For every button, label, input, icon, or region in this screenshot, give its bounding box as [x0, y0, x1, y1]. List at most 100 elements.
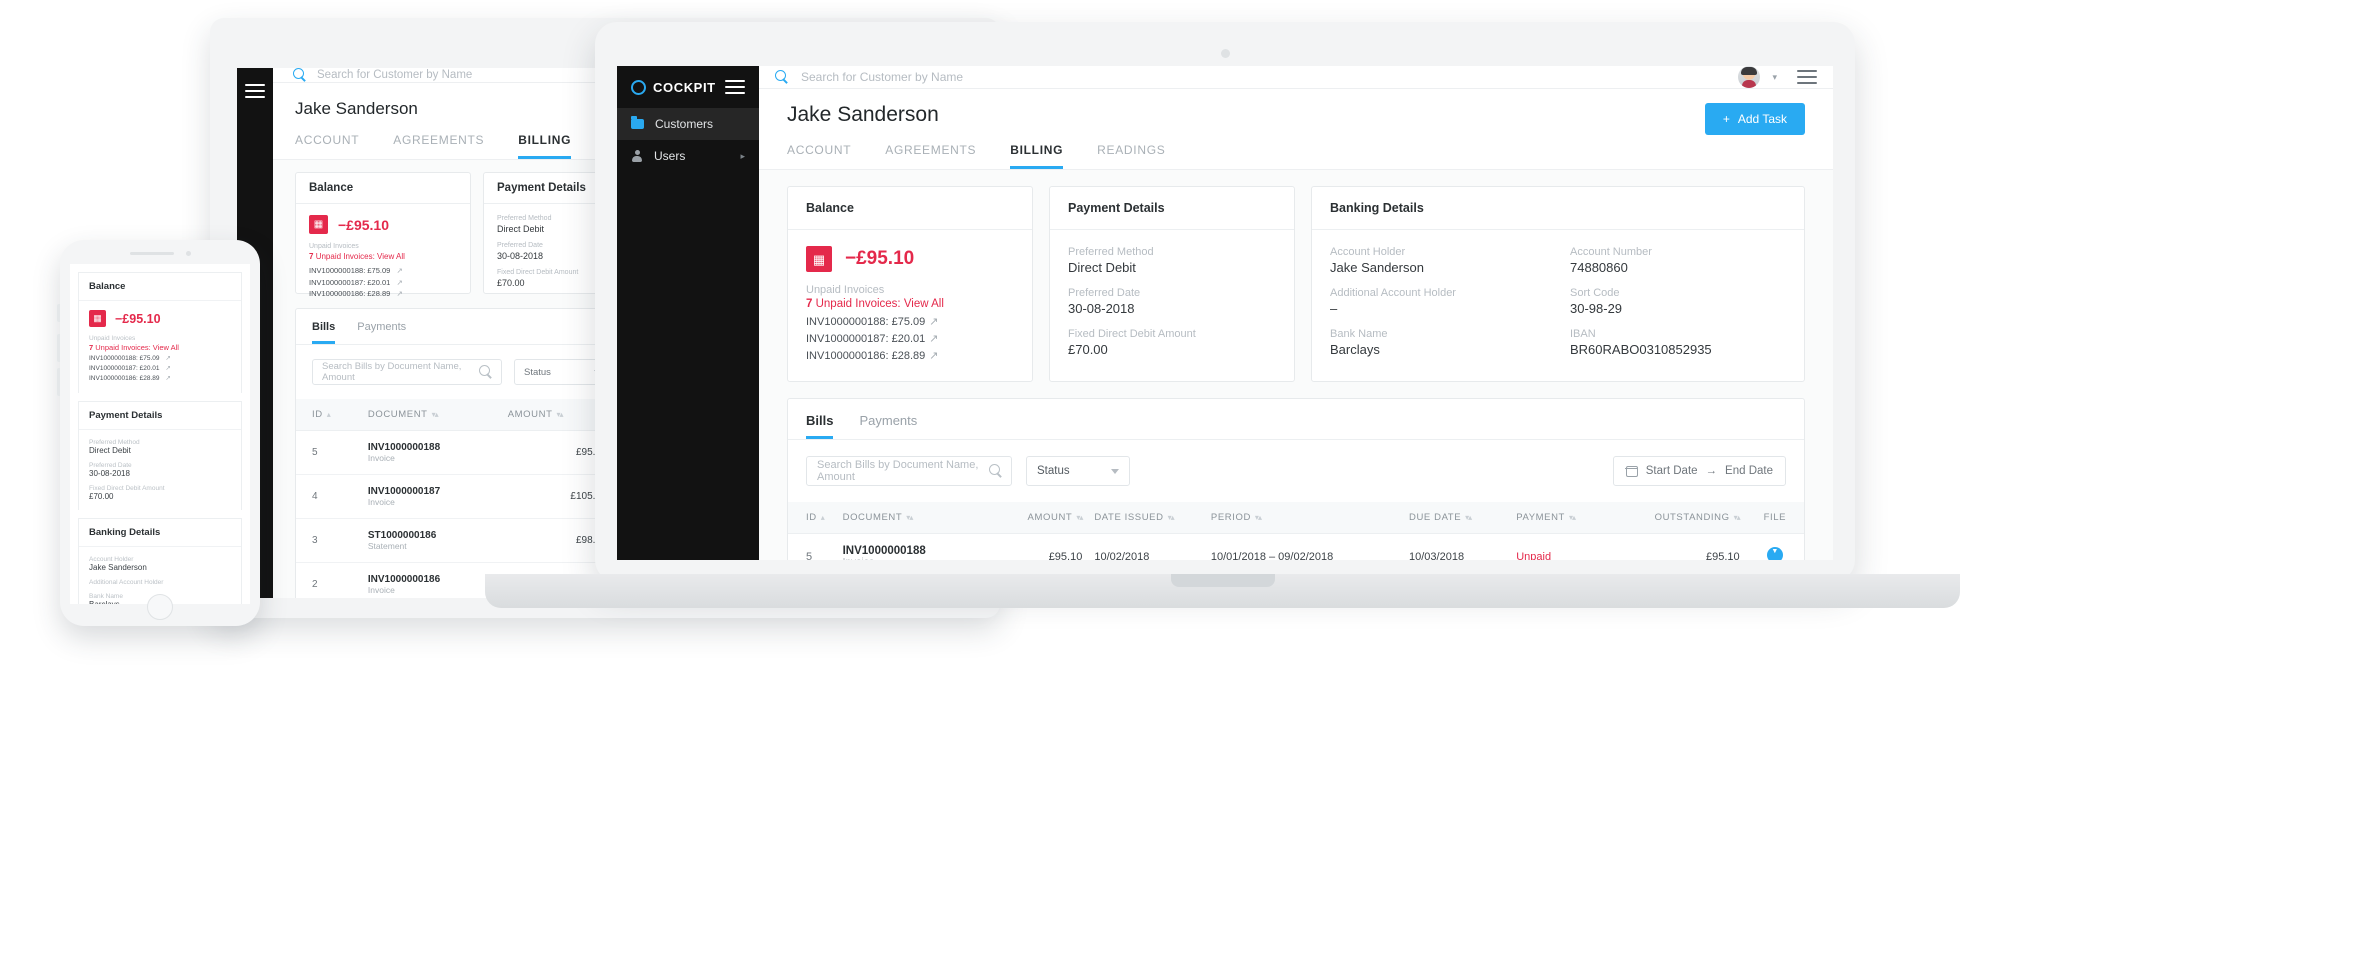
balance-amount: −£95.10	[115, 312, 161, 326]
laptop-device: COCKPIT Customers Users ▸	[485, 8, 1960, 608]
customer-search-input[interactable]: Search for Customer by Name	[801, 70, 963, 84]
phone-home-button[interactable]	[147, 594, 173, 620]
laptop-notch	[1171, 574, 1275, 587]
field-label: IBAN	[1570, 328, 1786, 340]
download-icon[interactable]	[1746, 534, 1804, 560]
field-label: Fixed Direct Debit Amount	[1068, 328, 1276, 340]
field-label: Bank Name	[1330, 328, 1546, 340]
add-task-label: Add Task	[1738, 112, 1787, 126]
status-select[interactable]: Status	[1026, 456, 1130, 486]
field-label: Preferred Method	[1068, 246, 1276, 258]
status-badge: Unpaid	[1510, 534, 1617, 560]
unpaid-invoices-link[interactable]: 7 Unpaid Invoices: View All	[89, 343, 231, 352]
search-icon	[293, 68, 307, 82]
cell-document: INV1000000188Invoice	[362, 431, 502, 475]
folder-icon	[631, 119, 644, 129]
banking-details-card: Banking Details Account Holder Jake Sand…	[1311, 186, 1805, 382]
unpaid-count: 7	[309, 252, 313, 261]
sidebar-item-customers[interactable]: Customers	[617, 108, 759, 140]
tab-agreements[interactable]: AGREEMENTS	[885, 143, 976, 169]
col-due-date[interactable]: DUE DATE▾▴	[1403, 502, 1510, 534]
unpaid-invoices-link[interactable]: 7 Unpaid Invoices: View All	[309, 252, 457, 261]
tab-bills[interactable]: Bills	[312, 321, 335, 344]
cell-amount: £95.10	[988, 534, 1088, 560]
list-item[interactable]: INV1000000188: £75.09 ↗	[89, 354, 231, 364]
page-header: Jake Sanderson + Add Task ACCOUNT AGREEM…	[759, 89, 1833, 170]
tab-agreements[interactable]: AGREEMENTS	[393, 133, 484, 159]
hamburger-icon[interactable]	[725, 80, 745, 94]
date-range-picker[interactable]: Start Date → End Date	[1613, 456, 1786, 486]
tab-billing[interactable]: BILLING	[1010, 143, 1063, 169]
list-item[interactable]: INV1000000187: £20.01 ↗	[89, 364, 231, 374]
tablet-search-input[interactable]: Search for Customer by Name	[317, 69, 472, 81]
list-item[interactable]: INV1000000187: £20.01 ↗	[309, 277, 457, 289]
list-item[interactable]: INV1000000186: £28.89↗	[806, 348, 1014, 365]
mockup-stage: Search for Customer by Name Jake Sanders…	[0, 0, 2360, 966]
end-date-label: End Date	[1725, 465, 1773, 477]
tab-account[interactable]: ACCOUNT	[295, 133, 359, 159]
tab-payments[interactable]: Payments	[357, 321, 406, 344]
page-tabbar: ACCOUNT AGREEMENTS BILLING READINGS	[787, 143, 1805, 169]
plus-icon: +	[1723, 112, 1730, 126]
col-document[interactable]: DOCUMENT▾▴	[837, 502, 989, 534]
field-value: BR60RABO0310852935	[1570, 342, 1786, 357]
brand-logo[interactable]: COCKPIT	[617, 66, 759, 108]
tab-account[interactable]: ACCOUNT	[787, 143, 851, 169]
field-label: Account Holder	[1330, 246, 1546, 258]
list-item[interactable]: INV1000000186: £28.89 ↗	[309, 288, 457, 300]
col-outstanding[interactable]: OUTSTANDING▾▴	[1617, 502, 1745, 534]
sidebar-item-label: Customers	[655, 117, 713, 131]
external-link-icon: ↗	[929, 333, 938, 345]
phone-volume-down-button[interactable]	[57, 368, 60, 396]
calendar-icon	[1626, 466, 1638, 477]
search-icon	[775, 70, 789, 84]
col-id[interactable]: ID▴	[788, 502, 837, 534]
list-item[interactable]: INV1000000187: £20.01↗	[806, 331, 1014, 348]
phone-volume-up-button[interactable]	[57, 334, 60, 362]
hamburger-icon[interactable]	[1797, 70, 1817, 84]
field-label: Fixed Direct Debit Amount	[89, 485, 231, 492]
chevron-right-icon: ▸	[740, 151, 745, 162]
search-bills-input[interactable]: Search Bills by Document Name, Amount	[806, 456, 1012, 486]
tab-payments[interactable]: Payments	[859, 413, 917, 439]
list-item[interactable]: INV1000000188: £75.09 ↗	[309, 265, 457, 277]
unpaid-invoices-label: Unpaid Invoices	[89, 335, 231, 342]
cell-document: INV1000000188Invoice	[837, 534, 989, 560]
laptop-camera-icon	[1221, 49, 1230, 58]
tab-readings[interactable]: READINGS	[1097, 143, 1165, 169]
hamburger-icon[interactable]	[245, 84, 265, 98]
col-id[interactable]: ID▴	[296, 399, 362, 431]
cell-period: 10/01/2018 – 09/02/2018	[1205, 534, 1403, 560]
table-row[interactable]: 5INV1000000188Invoice£95.1010/02/201810/…	[788, 534, 1804, 560]
list-item[interactable]: INV1000000188: £75.09↗	[806, 314, 1014, 331]
avatar[interactable]	[1738, 66, 1760, 88]
sidebar-item-users[interactable]: Users ▸	[617, 140, 759, 172]
unpaid-invoices-label: Unpaid Invoices	[806, 284, 1014, 296]
col-period[interactable]: PERIOD▾▴	[1205, 502, 1403, 534]
sidebar-item-label: Users	[654, 149, 685, 163]
tab-bills[interactable]: Bills	[806, 413, 833, 439]
col-payment[interactable]: PAYMENT▾▴	[1510, 502, 1617, 534]
phone-mute-button[interactable]	[57, 304, 60, 322]
add-task-button[interactable]: + Add Task	[1705, 103, 1805, 135]
field-value: Direct Debit	[1068, 260, 1276, 275]
search-bills-input[interactable]: Search Bills by Document Name, Amount	[312, 359, 502, 385]
field-value: Jake Sanderson	[1330, 260, 1546, 275]
cell-id: 5	[296, 431, 362, 475]
cell-document: ST1000000186Statement	[362, 519, 502, 563]
laptop-screen: COCKPIT Customers Users ▸	[617, 66, 1833, 560]
field-value: Barclays	[1330, 342, 1546, 357]
field-value: 30-98-29	[1570, 301, 1786, 316]
list-item[interactable]: INV1000000186: £28.89 ↗	[89, 374, 231, 384]
cockpit-ring-icon	[631, 80, 646, 95]
unpaid-invoices-link[interactable]: 7 Unpaid Invoices: View All	[806, 298, 1014, 310]
phone-device: Balance ▦ −£95.10 Unpaid Invoices 7 Unpa…	[60, 240, 260, 626]
external-link-icon: ↗	[929, 316, 938, 328]
col-amount[interactable]: AMOUNT▾▴	[988, 502, 1088, 534]
field-label: Sort Code	[1570, 287, 1786, 299]
avatar-caret-icon[interactable]: ▾	[1772, 72, 1777, 83]
col-date-issued[interactable]: DATE ISSUED▾▴	[1088, 502, 1205, 534]
field-value: 30-08-2018	[1068, 301, 1276, 316]
field-label: Preferred Method	[89, 439, 231, 446]
col-document[interactable]: DOCUMENT▾▴	[362, 399, 502, 431]
